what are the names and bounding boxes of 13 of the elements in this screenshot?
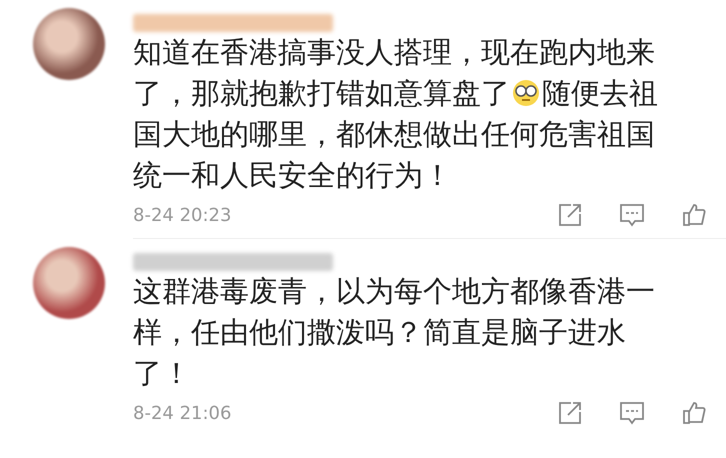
comment-text: 知道在香港搞事没人搭理，现在跑内地来了，那就抱歉打错如意算盘了 随便去祖国大地的哪里，都休想做出任何危害祖国统一和人民安全的行为！ (133, 34, 659, 194)
emoji-icon (512, 79, 540, 107)
share-icon[interactable] (558, 203, 582, 227)
share-icon[interactable] (558, 401, 582, 425)
thumbs-up-icon[interactable] (682, 203, 706, 227)
avatar[interactable] (33, 247, 105, 319)
comment-icon[interactable] (620, 203, 644, 227)
thumbs-up-icon[interactable] (682, 401, 706, 425)
timestamp: 8-24 21:06 (133, 402, 232, 424)
avatar[interactable] (33, 8, 105, 80)
timestamp: 8-24 20:23 (133, 204, 232, 226)
comment-icon[interactable] (620, 401, 644, 425)
comment-text: 这群港毒废青，以为每个地方都像香港一样，任由他们撒泼吗？简直是脑子进水了！ (133, 273, 656, 392)
